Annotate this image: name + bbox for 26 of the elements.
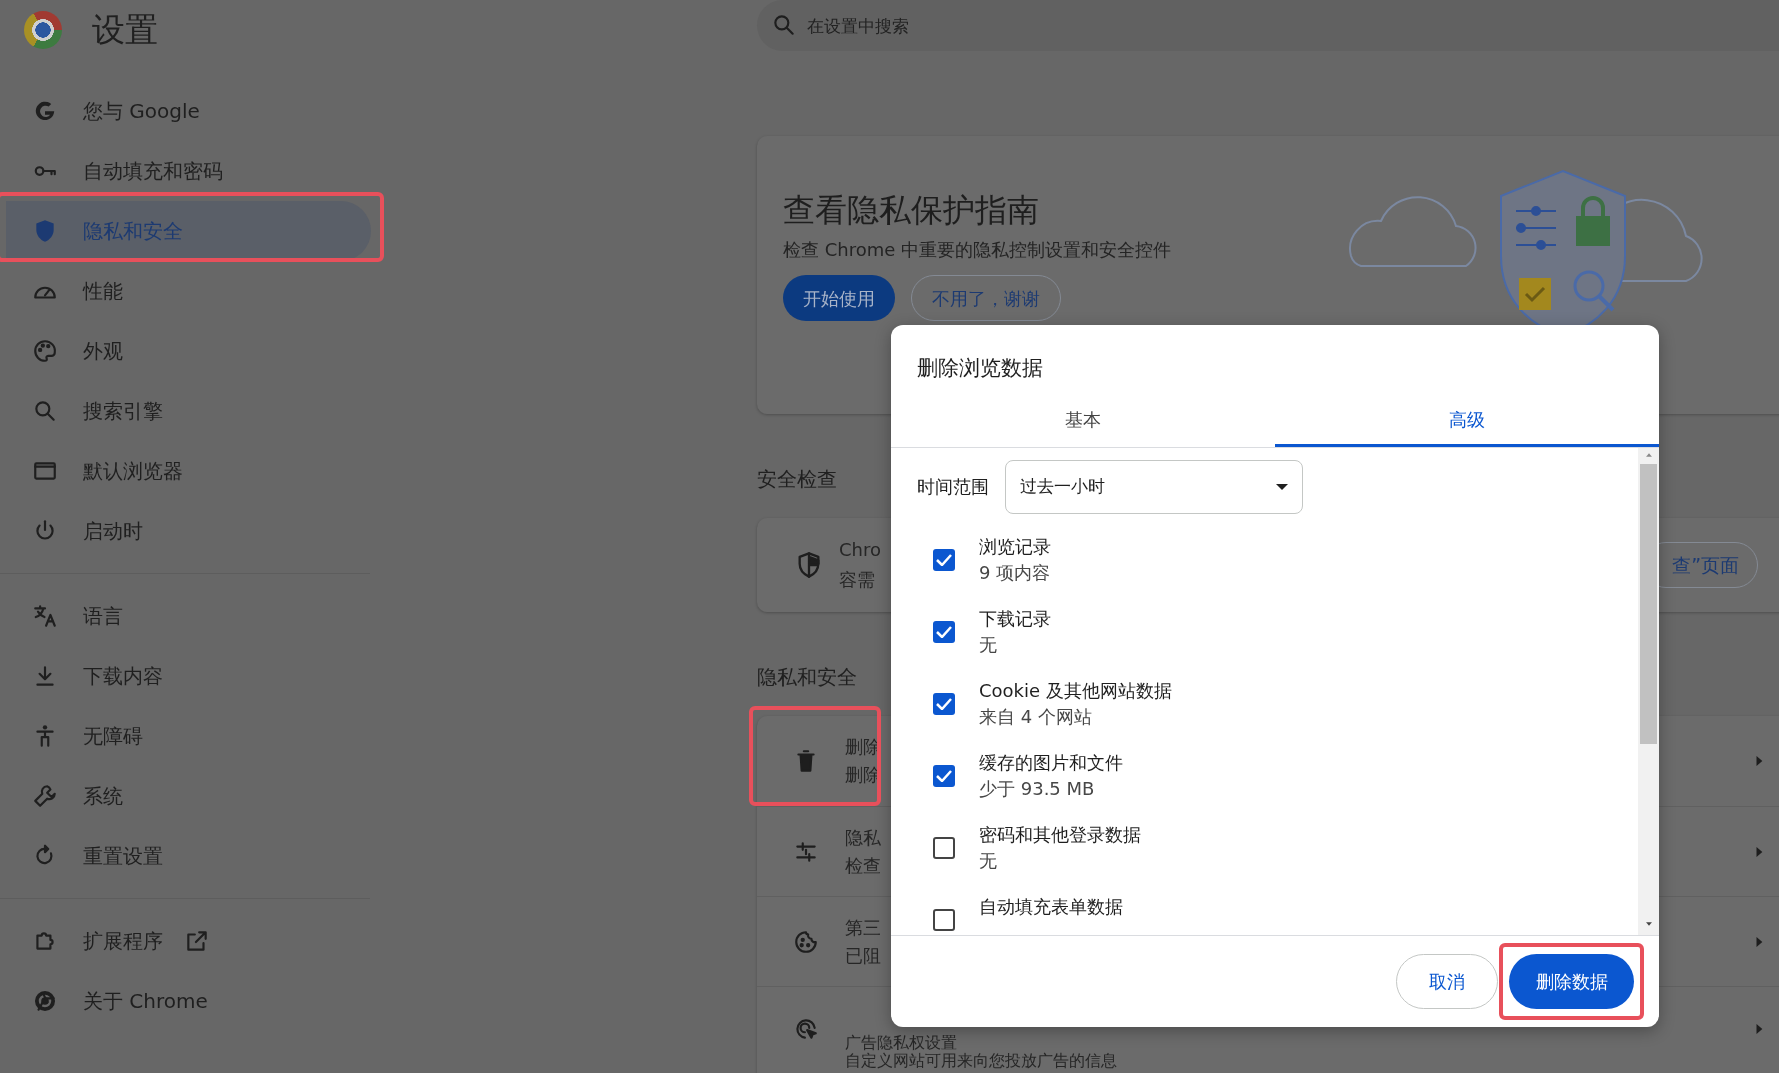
card-text: 容需 (839, 568, 876, 592)
card-title: 查看隐私保护指南 (783, 190, 1040, 230)
option-label: 缓存的图片和文件 (979, 750, 1123, 775)
option-label: Cookie 及其他网站数据 (979, 678, 1172, 703)
row-title: 第三 (845, 917, 881, 938)
option-detail: 无 (979, 632, 998, 657)
option-detail: 无 (979, 848, 998, 873)
option-detail: 9 项内容 (979, 560, 1051, 585)
option-detail: 来自 4 个网站 (979, 704, 1093, 729)
option-label: 下载记录 (979, 606, 1051, 631)
option-label: 密码和其他登录数据 (979, 822, 1141, 847)
row-title: 隐私 (845, 827, 881, 848)
option-label: 浏览记录 (979, 534, 1051, 559)
row-subtitle: 自定义网站可用来向您投放广告的信息 (845, 1052, 1117, 1070)
dialog-title: 删除浏览数据 (916, 355, 1044, 382)
section-heading: 安全检查 (757, 466, 837, 493)
page-title: 设置 (92, 9, 158, 52)
card-description: 检查 Chrome 中重要的隐私控制设置和安全控件 (783, 238, 1172, 262)
option-detail: 少于 93.5 MB (979, 776, 1096, 801)
field-label: 时间范围 (917, 475, 989, 499)
row-title: 广告隐私权设置 (845, 1034, 958, 1052)
row-subtitle: 检查 (845, 855, 881, 876)
section-heading: 隐私和安全 (757, 664, 857, 691)
row-subtitle: 已阻 (845, 945, 881, 966)
card-text: Chro (839, 538, 881, 562)
option-label: 自动填充表单数据 (979, 894, 1123, 919)
